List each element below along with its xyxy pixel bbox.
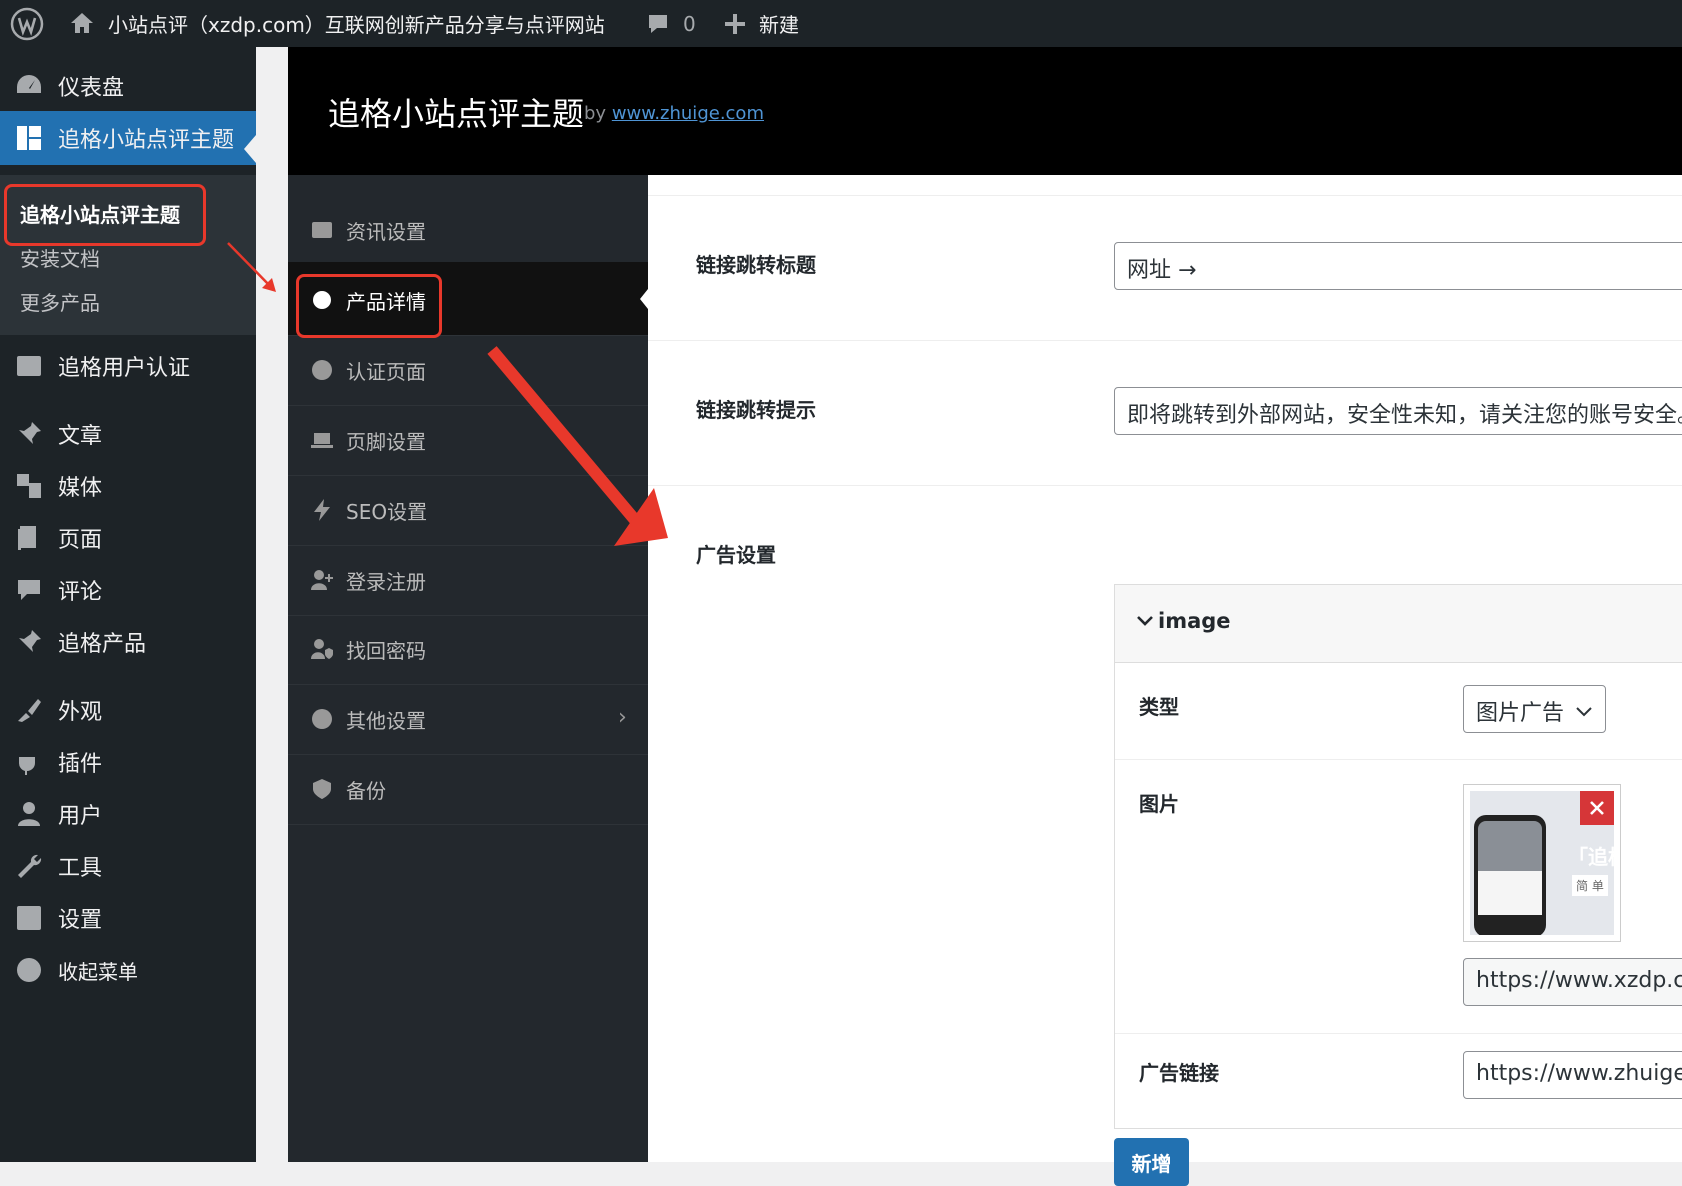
large-arrow-line — [487, 346, 640, 524]
small-arrow-line — [227, 242, 273, 289]
annotation-arrows — [227, 242, 668, 546]
